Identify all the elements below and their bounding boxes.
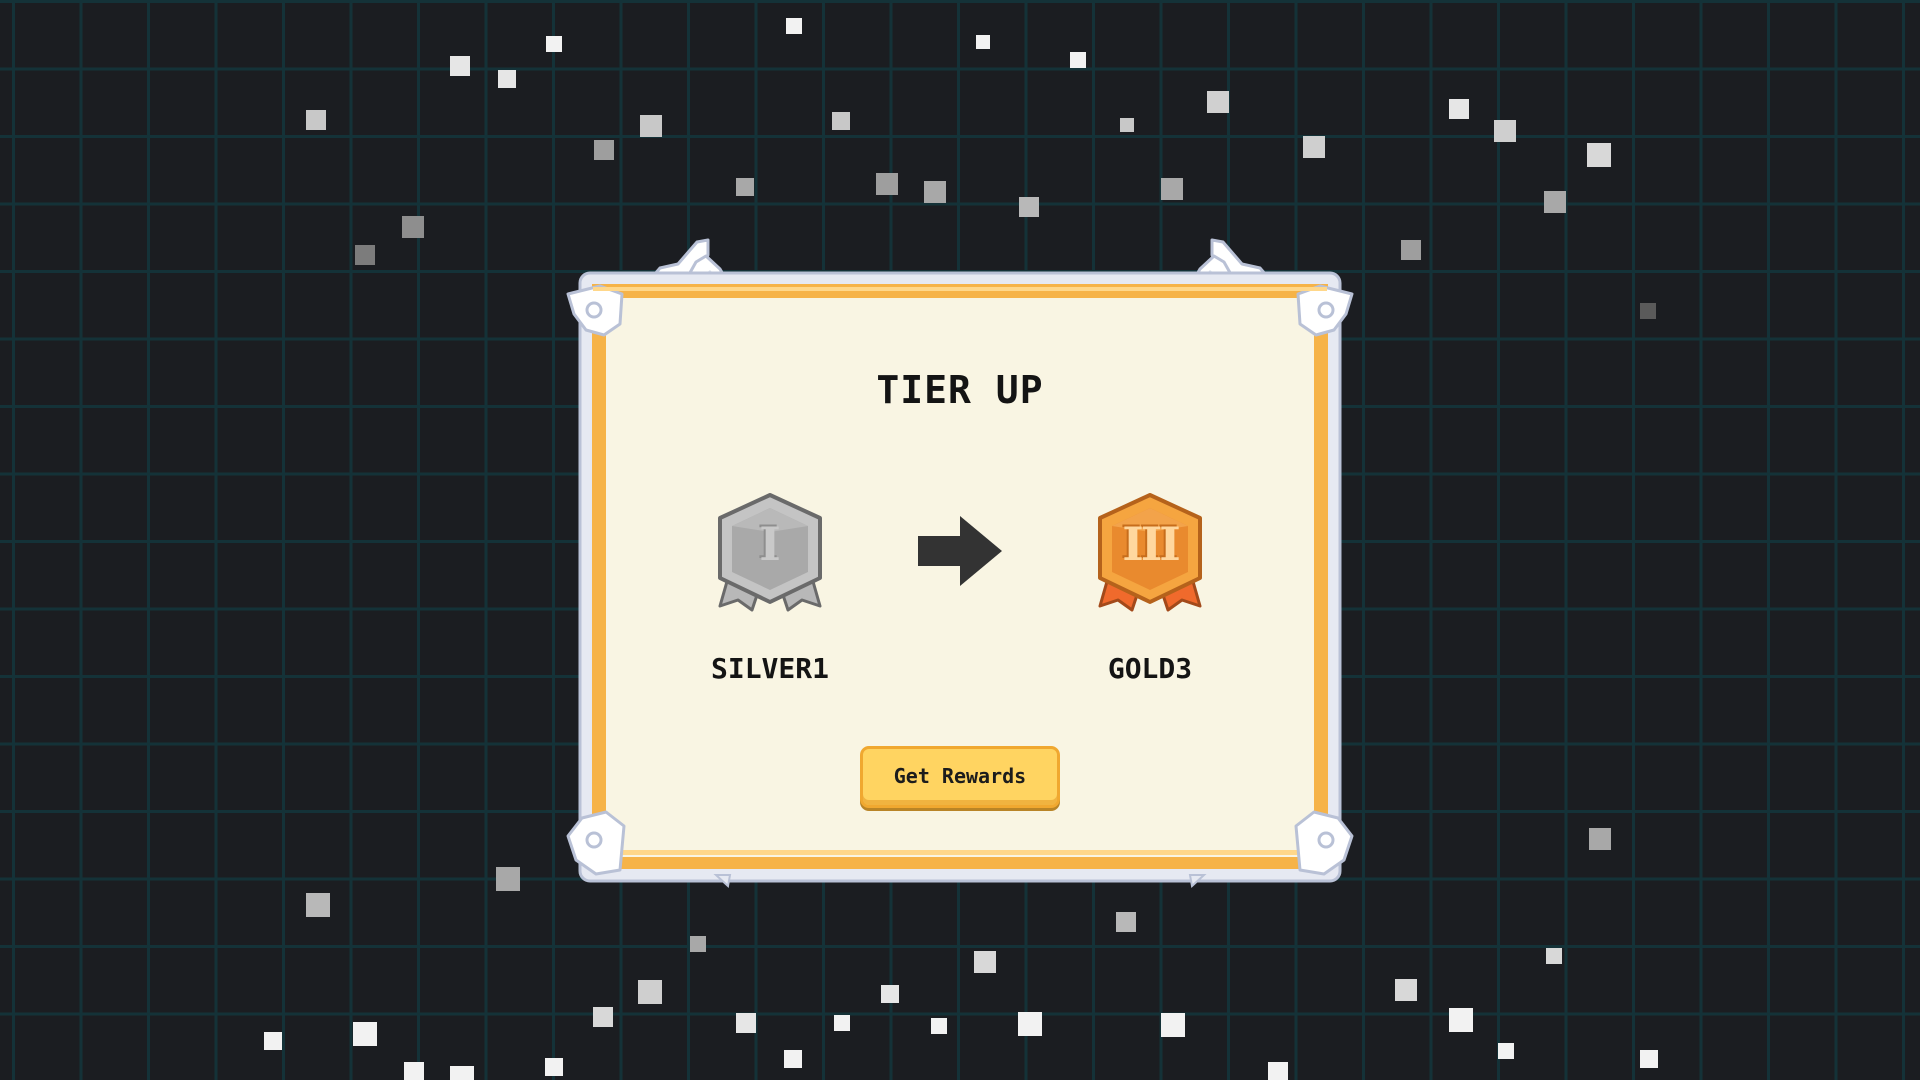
particle: [1494, 120, 1516, 142]
particle: [881, 985, 899, 1003]
silver-numeral: I: [759, 517, 781, 571]
particle: [546, 36, 562, 52]
particle: [1120, 118, 1134, 132]
particle: [832, 112, 850, 130]
panel-top-stripe: [593, 287, 1327, 291]
particle: [1018, 1012, 1042, 1036]
particle: [1268, 1062, 1288, 1080]
tier-up-dialog: TIER UP I III SILVER1 GOLD3 Get Rewards: [560, 190, 1360, 890]
particle: [1401, 240, 1421, 260]
silver-medal-icon: I: [716, 492, 824, 618]
particle: [353, 1022, 377, 1046]
to-tier-label: GOLD3: [1107, 652, 1193, 685]
from-tier-label: SILVER1: [710, 652, 829, 685]
particle: [1449, 1008, 1473, 1032]
particle: [1498, 1043, 1514, 1059]
particle: [306, 893, 330, 917]
particle: [545, 1058, 563, 1076]
particle: [1161, 1013, 1185, 1037]
particle: [690, 936, 706, 952]
particle: [931, 1018, 947, 1034]
particle: [402, 216, 424, 238]
dialog-title: TIER UP: [876, 368, 1044, 412]
particle: [496, 867, 520, 891]
particle: [736, 1013, 756, 1033]
particle: [355, 245, 375, 265]
particle: [786, 18, 802, 34]
particle: [450, 1066, 474, 1080]
particle: [264, 1032, 282, 1050]
arrow-right-icon: [918, 516, 1002, 586]
particle: [1587, 143, 1611, 167]
particle: [1070, 52, 1086, 68]
particle: [1589, 828, 1611, 850]
particle: [784, 1050, 802, 1068]
particle: [594, 140, 614, 160]
particle: [1116, 912, 1136, 932]
particle: [593, 1007, 613, 1027]
particle: [404, 1062, 424, 1080]
particle: [1303, 136, 1325, 158]
particle: [1544, 191, 1566, 213]
gold-numeral: III: [1122, 517, 1181, 571]
particle: [1640, 1050, 1658, 1068]
particle: [834, 1015, 850, 1031]
particle: [638, 980, 662, 1004]
particle: [976, 35, 990, 49]
get-rewards-button[interactable]: Get Rewards: [860, 746, 1060, 808]
particle: [1546, 948, 1562, 964]
particle: [1207, 91, 1229, 113]
particle: [974, 951, 996, 973]
particle: [306, 110, 326, 130]
particle: [1640, 303, 1656, 319]
game-screen: TIER UP I III SILVER1 GOLD3 Get Rewards: [0, 0, 1920, 1080]
particle: [1449, 99, 1469, 119]
gold-medal-icon: III: [1096, 492, 1204, 618]
particle: [498, 70, 516, 88]
particle: [640, 115, 662, 137]
particle: [450, 56, 470, 76]
particle: [1395, 979, 1417, 1001]
